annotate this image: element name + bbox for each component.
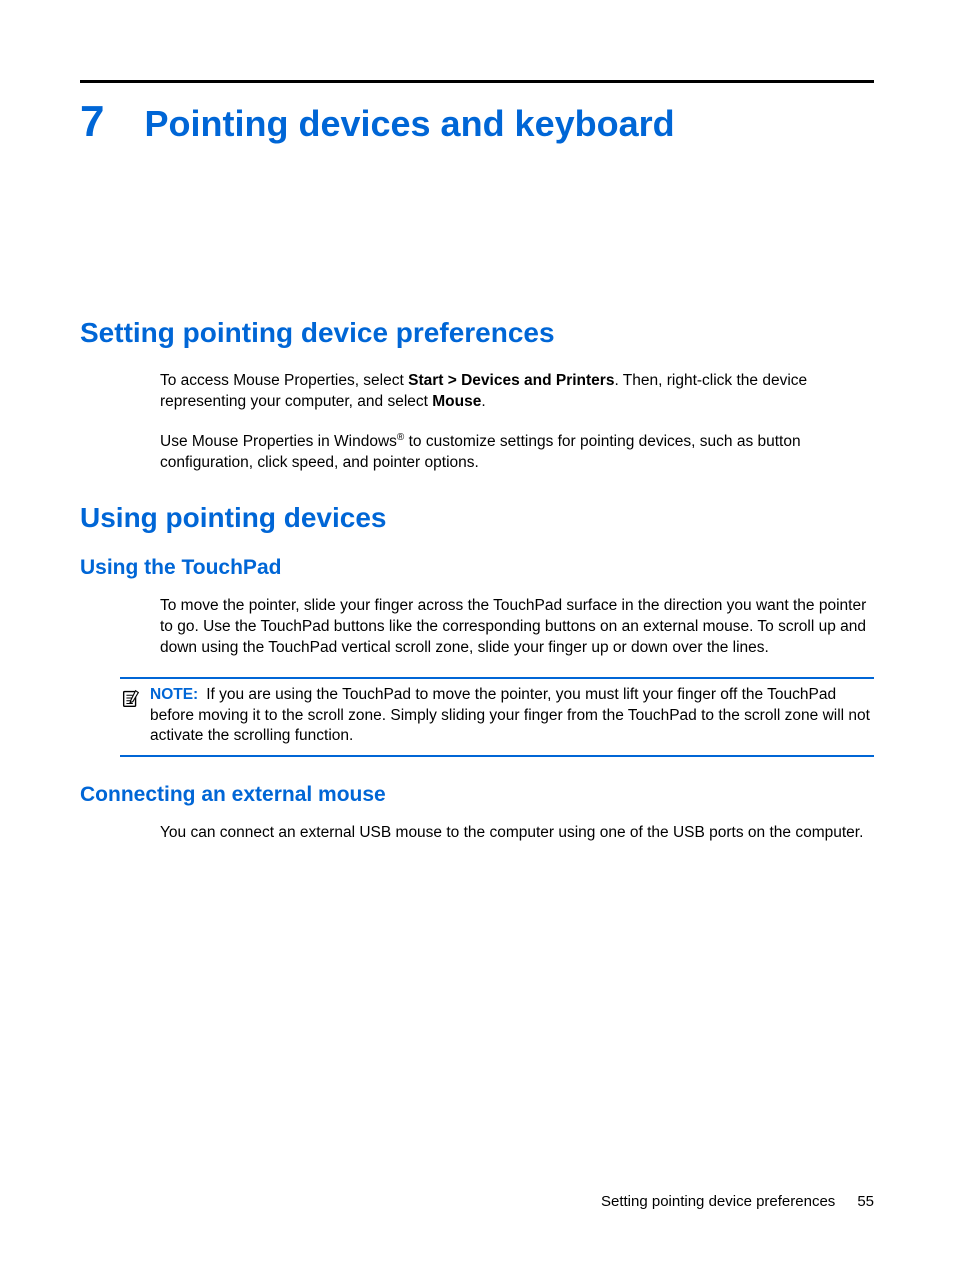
note-icon bbox=[120, 687, 142, 709]
text-bold-mouse: Mouse bbox=[432, 393, 481, 410]
note-body: If you are using the TouchPad to move th… bbox=[150, 686, 870, 745]
para-touchpad: To move the pointer, slide your finger a… bbox=[160, 596, 874, 659]
para-use-mouse-properties: Use Mouse Properties in Windows® to cust… bbox=[160, 431, 874, 474]
note-text: NOTE:If you are using the TouchPad to mo… bbox=[150, 685, 874, 748]
note-label: NOTE: bbox=[150, 686, 198, 703]
para-access-mouse-properties: To access Mouse Properties, select Start… bbox=[160, 371, 874, 413]
heading-using-touchpad: Using the TouchPad bbox=[80, 556, 874, 580]
chapter-heading: 7 Pointing devices and keyboard bbox=[80, 97, 874, 147]
chapter-rule bbox=[80, 80, 874, 83]
heading-using-pointing-devices: Using pointing devices bbox=[80, 502, 874, 534]
chapter-title: Pointing devices and keyboard bbox=[144, 103, 674, 145]
footer-page-number: 55 bbox=[857, 1193, 874, 1210]
text: Use Mouse Properties in Windows bbox=[160, 433, 397, 450]
heading-setting-preferences: Setting pointing device preferences bbox=[80, 317, 874, 349]
heading-connecting-external-mouse: Connecting an external mouse bbox=[80, 783, 874, 807]
text-bold-start-path: Start > Devices and Printers bbox=[408, 372, 614, 389]
para-external-mouse: You can connect an external USB mouse to… bbox=[160, 823, 874, 844]
text: To access Mouse Properties, select bbox=[160, 372, 408, 389]
page-footer: Setting pointing device preferences 55 bbox=[601, 1193, 874, 1210]
note-block: NOTE:If you are using the TouchPad to mo… bbox=[120, 677, 874, 758]
chapter-number: 7 bbox=[80, 97, 104, 147]
footer-section-title: Setting pointing device preferences bbox=[601, 1193, 835, 1210]
text: . bbox=[481, 393, 485, 410]
